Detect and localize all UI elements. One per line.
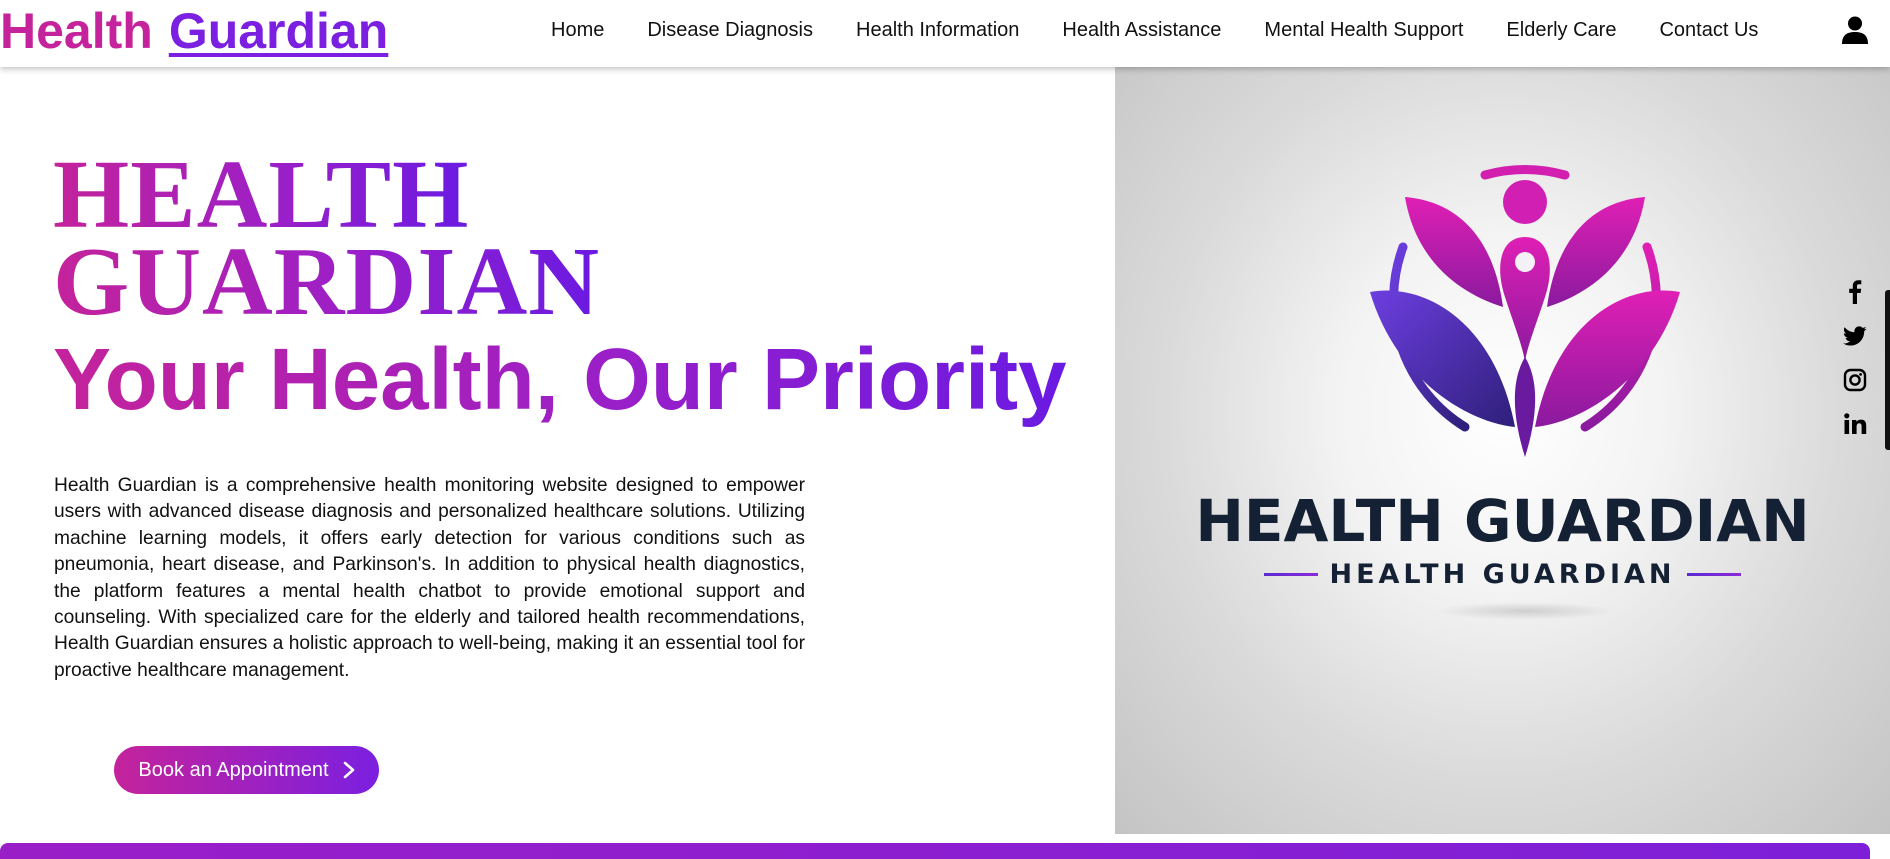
nav-link-mental-health-support[interactable]: Mental Health Support [1264,19,1463,42]
facebook-icon[interactable] [1838,270,1872,314]
logo-divider-left [1263,573,1318,576]
hero-tagline-text: Your Health, Our Priority [53,331,1067,428]
nav-link-disease-diagnosis[interactable]: Disease Diagnosis [647,19,813,42]
brand-logo: Health Guardian [0,0,388,62]
hero-title: HEALTH GUARDIAN [53,146,1093,331]
health-guardian-emblem [1370,165,1680,457]
twitter-icon[interactable] [1838,314,1872,358]
logo-subtitle: HEALTH GUARDIAN [1329,559,1676,590]
logo-shadow [1435,602,1615,620]
logo-subtitle-row: HEALTH GUARDIAN [1115,559,1890,590]
linkedin-icon[interactable] [1838,402,1872,446]
user-icon[interactable] [1842,16,1868,44]
brand-health-text: Health [0,3,153,59]
hero-description: Health Guardian is a comprehensive healt… [54,475,805,681]
nav-link-health-information[interactable]: Health Information [856,19,1019,42]
hero-tagline: Your Health, Our Priority [53,330,1113,430]
book-appointment-label: Book an Appointment [138,758,329,781]
nav-link-home[interactable]: Home [551,19,604,42]
brand-guardian-link[interactable]: Guardian [169,6,388,56]
chevron-right-icon [343,761,354,779]
logo-wordmark: HEALTH GUARDIAN [1195,487,1810,555]
nav-link-elderly-care[interactable]: Elderly Care [1506,19,1616,42]
site-header: Health Guardian Home Disease Diagnosis H… [0,0,1890,67]
nav-link-health-assistance[interactable]: Health Assistance [1062,19,1221,42]
instagram-icon[interactable] [1838,358,1872,402]
book-appointment-button[interactable]: Book an Appointment [114,746,379,794]
nav-link-contact-us[interactable]: Contact Us [1659,19,1758,42]
hero-logo-panel: HEALTH GUARDIAN HEALTH GUARDIAN [1115,67,1890,834]
logo-divider-right [1687,573,1742,576]
side-scroll-edge [1885,290,1890,450]
main-nav: Home Disease Diagnosis Health Informatio… [551,0,1758,60]
hero-title-line2: GUARDIAN [53,228,600,336]
social-links [1838,270,1872,446]
section-divider-bar [0,843,1870,859]
